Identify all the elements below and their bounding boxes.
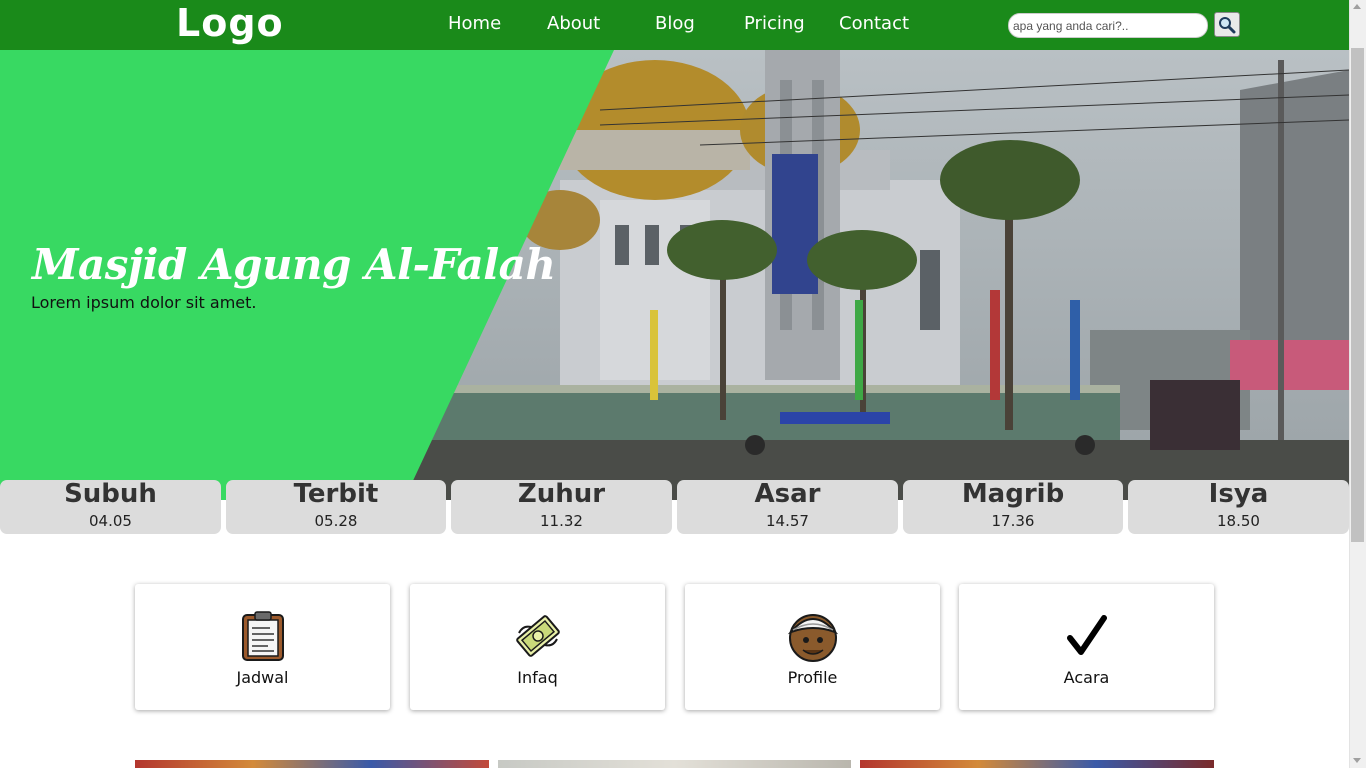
prayer-time: 17.36 <box>991 512 1035 530</box>
hero-subtitle: Lorem ipsum dolor sit amet. <box>31 293 257 312</box>
gallery-image-3[interactable] <box>860 760 1214 768</box>
prayer-time: 11.32 <box>540 512 583 530</box>
prayer-name: Asar <box>754 479 821 509</box>
prayer-card-subuh: Subuh 04.05 <box>0 480 221 534</box>
nav-contact[interactable]: Contact <box>839 0 909 50</box>
nav-blog[interactable]: Blog <box>655 0 695 50</box>
checkmark-icon <box>1066 615 1107 655</box>
prayer-name: Zuhur <box>517 479 606 509</box>
feature-label: Profile <box>787 668 838 687</box>
top-navbar: Logo Home About Blog Pricing Contact <box>0 0 1349 50</box>
nav-home[interactable]: Home <box>448 0 501 50</box>
nav-pricing[interactable]: Pricing <box>744 0 805 50</box>
prayer-card-zuhur: Zuhur 11.32 <box>451 480 672 534</box>
feature-label: Infaq <box>517 668 558 687</box>
scroll-up-arrow-icon[interactable] <box>1353 4 1361 9</box>
prayer-time: 14.57 <box>766 512 809 530</box>
clipboard-icon <box>241 611 284 661</box>
prayer-name: Terbit <box>293 479 379 509</box>
scrollbar-thumb[interactable] <box>1351 48 1364 542</box>
money-icon <box>515 615 560 657</box>
page: Masjid Agung Al-Falah Lorem ipsum dolor … <box>0 0 1349 768</box>
hero-banner: Masjid Agung Al-Falah Lorem ipsum dolor … <box>0 50 1349 500</box>
search-button[interactable] <box>1214 12 1240 37</box>
feature-label: Acara <box>1063 668 1110 687</box>
feature-card-profile[interactable]: Profile <box>685 584 940 710</box>
nav-about[interactable]: About <box>547 0 600 50</box>
prayer-card-terbit: Terbit 05.28 <box>226 480 446 534</box>
site-logo[interactable]: Logo <box>176 0 284 50</box>
prayer-name: Magrib <box>961 479 1065 509</box>
prayer-time: 04.05 <box>89 512 132 530</box>
gallery-image-1[interactable] <box>135 760 489 768</box>
person-turban-icon <box>787 614 838 662</box>
prayer-time: 05.28 <box>314 512 358 530</box>
scroll-down-arrow-icon[interactable] <box>1353 758 1361 763</box>
prayer-name: Isya <box>1208 479 1269 509</box>
prayer-card-magrib: Magrib 17.36 <box>903 480 1123 534</box>
gallery-image-2[interactable] <box>498 760 851 768</box>
prayer-time: 18.50 <box>1217 512 1260 530</box>
feature-card-acara[interactable]: Acara <box>959 584 1214 710</box>
prayer-card-asar: Asar 14.57 <box>677 480 898 534</box>
feature-card-jadwal[interactable]: Jadwal <box>135 584 390 710</box>
hero-title: Masjid Agung Al-Falah <box>32 240 556 289</box>
search-input[interactable] <box>1008 13 1208 38</box>
prayer-name: Subuh <box>64 479 157 509</box>
search-icon <box>1219 16 1236 33</box>
feature-card-infaq[interactable]: Infaq <box>410 584 665 710</box>
prayer-card-isya: Isya 18.50 <box>1128 480 1349 534</box>
feature-label: Jadwal <box>236 668 289 687</box>
